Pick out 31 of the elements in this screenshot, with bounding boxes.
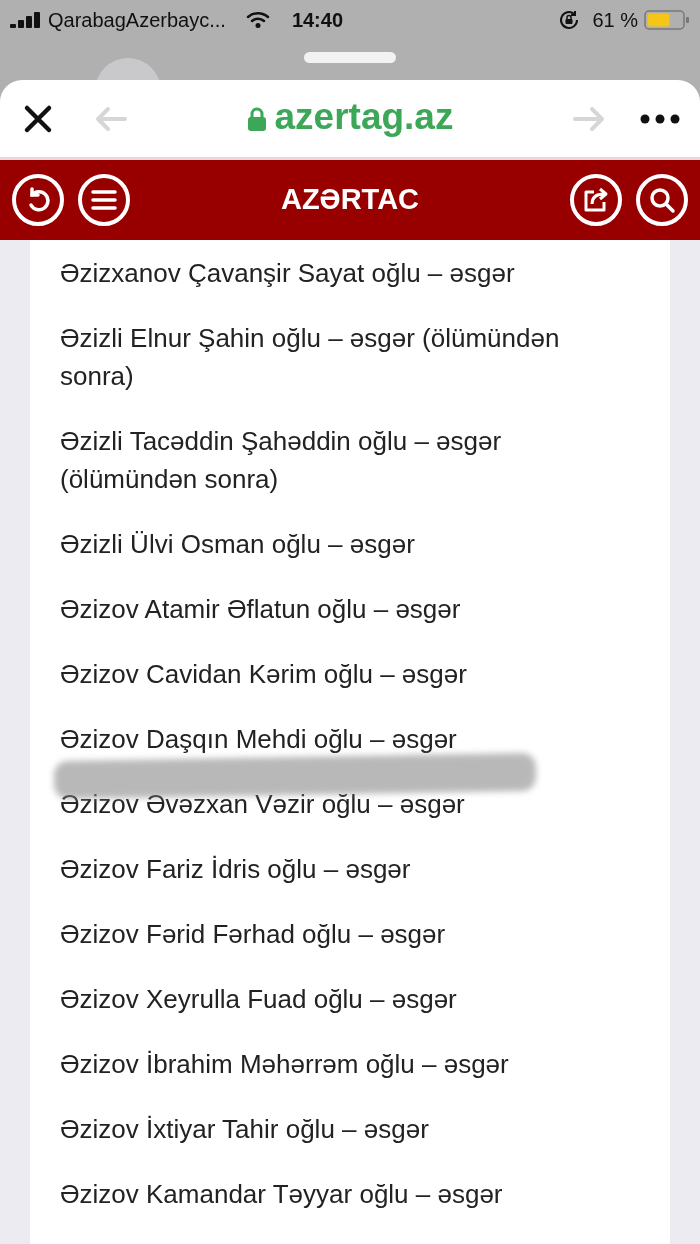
name-entry: Əzizli Ülvi Osman oğlu – əsgər — [60, 527, 416, 561]
name-entry: Əzizov İbrahim Məhərrəm oğlu – əsgər — [60, 1047, 510, 1081]
name-entry: Əzizxanov Çavanşir Sayat oğlu – əsgər — [60, 256, 516, 290]
close-icon — [23, 103, 53, 134]
rotation-lock-icon — [558, 9, 581, 31]
wifi-icon — [245, 11, 270, 29]
name-entry: Əzizov Fariz İdris oğlu – əsgər — [60, 852, 412, 886]
menu-button[interactable] — [78, 174, 130, 226]
more-icon[interactable] — [640, 113, 680, 124]
name-entry: Əzizov Atamir Əflatun oğlu – əsgər — [60, 592, 462, 626]
name-entry: Əzizov Xeyrulla Fuad oğlu – əsgər — [60, 982, 458, 1016]
name-entry: Əzizov İxtiyar Tahir oğlu – əsgər — [60, 1112, 430, 1146]
lock-icon — [246, 106, 267, 131]
search-button[interactable] — [636, 174, 688, 226]
battery-percent: 61 % — [592, 8, 638, 33]
name-entry: Əzizov Cavidan Kərim oğlu – əsgər — [60, 657, 468, 691]
name-entry: Əzizov Əvəzxan Vəzir oğlu – əsgər — [60, 787, 466, 821]
back-button[interactable] — [12, 174, 64, 226]
name-entry: Əzizov Daşqın Mehdi oğlu – əsgər — [60, 722, 458, 756]
share-icon — [582, 186, 610, 214]
name-entry: Əzizov Fərid Fərhad oğlu – əsgər — [60, 917, 447, 951]
menu-icon — [90, 189, 118, 211]
share-button[interactable] — [570, 174, 622, 226]
clock-time: 14:40 — [291, 8, 344, 33]
name-entry: Əzizli Tacəddin Şahəddin oğlu – əsgər (ölümündən sonra) — [60, 424, 503, 496]
name-entry: Əzizli Elnur Şahin oğlu – əsgər (ölümündən sonra) — [60, 321, 561, 393]
name-entry: Əzizov Kamandar Təyyar oğlu – əsgər — [60, 1177, 504, 1211]
search-icon — [648, 186, 676, 214]
carrier-name: QarabagAzerbayc... — [48, 8, 226, 33]
site-title[interactable]: AZƏRTAC — [280, 178, 420, 222]
battery-icon — [644, 9, 690, 31]
